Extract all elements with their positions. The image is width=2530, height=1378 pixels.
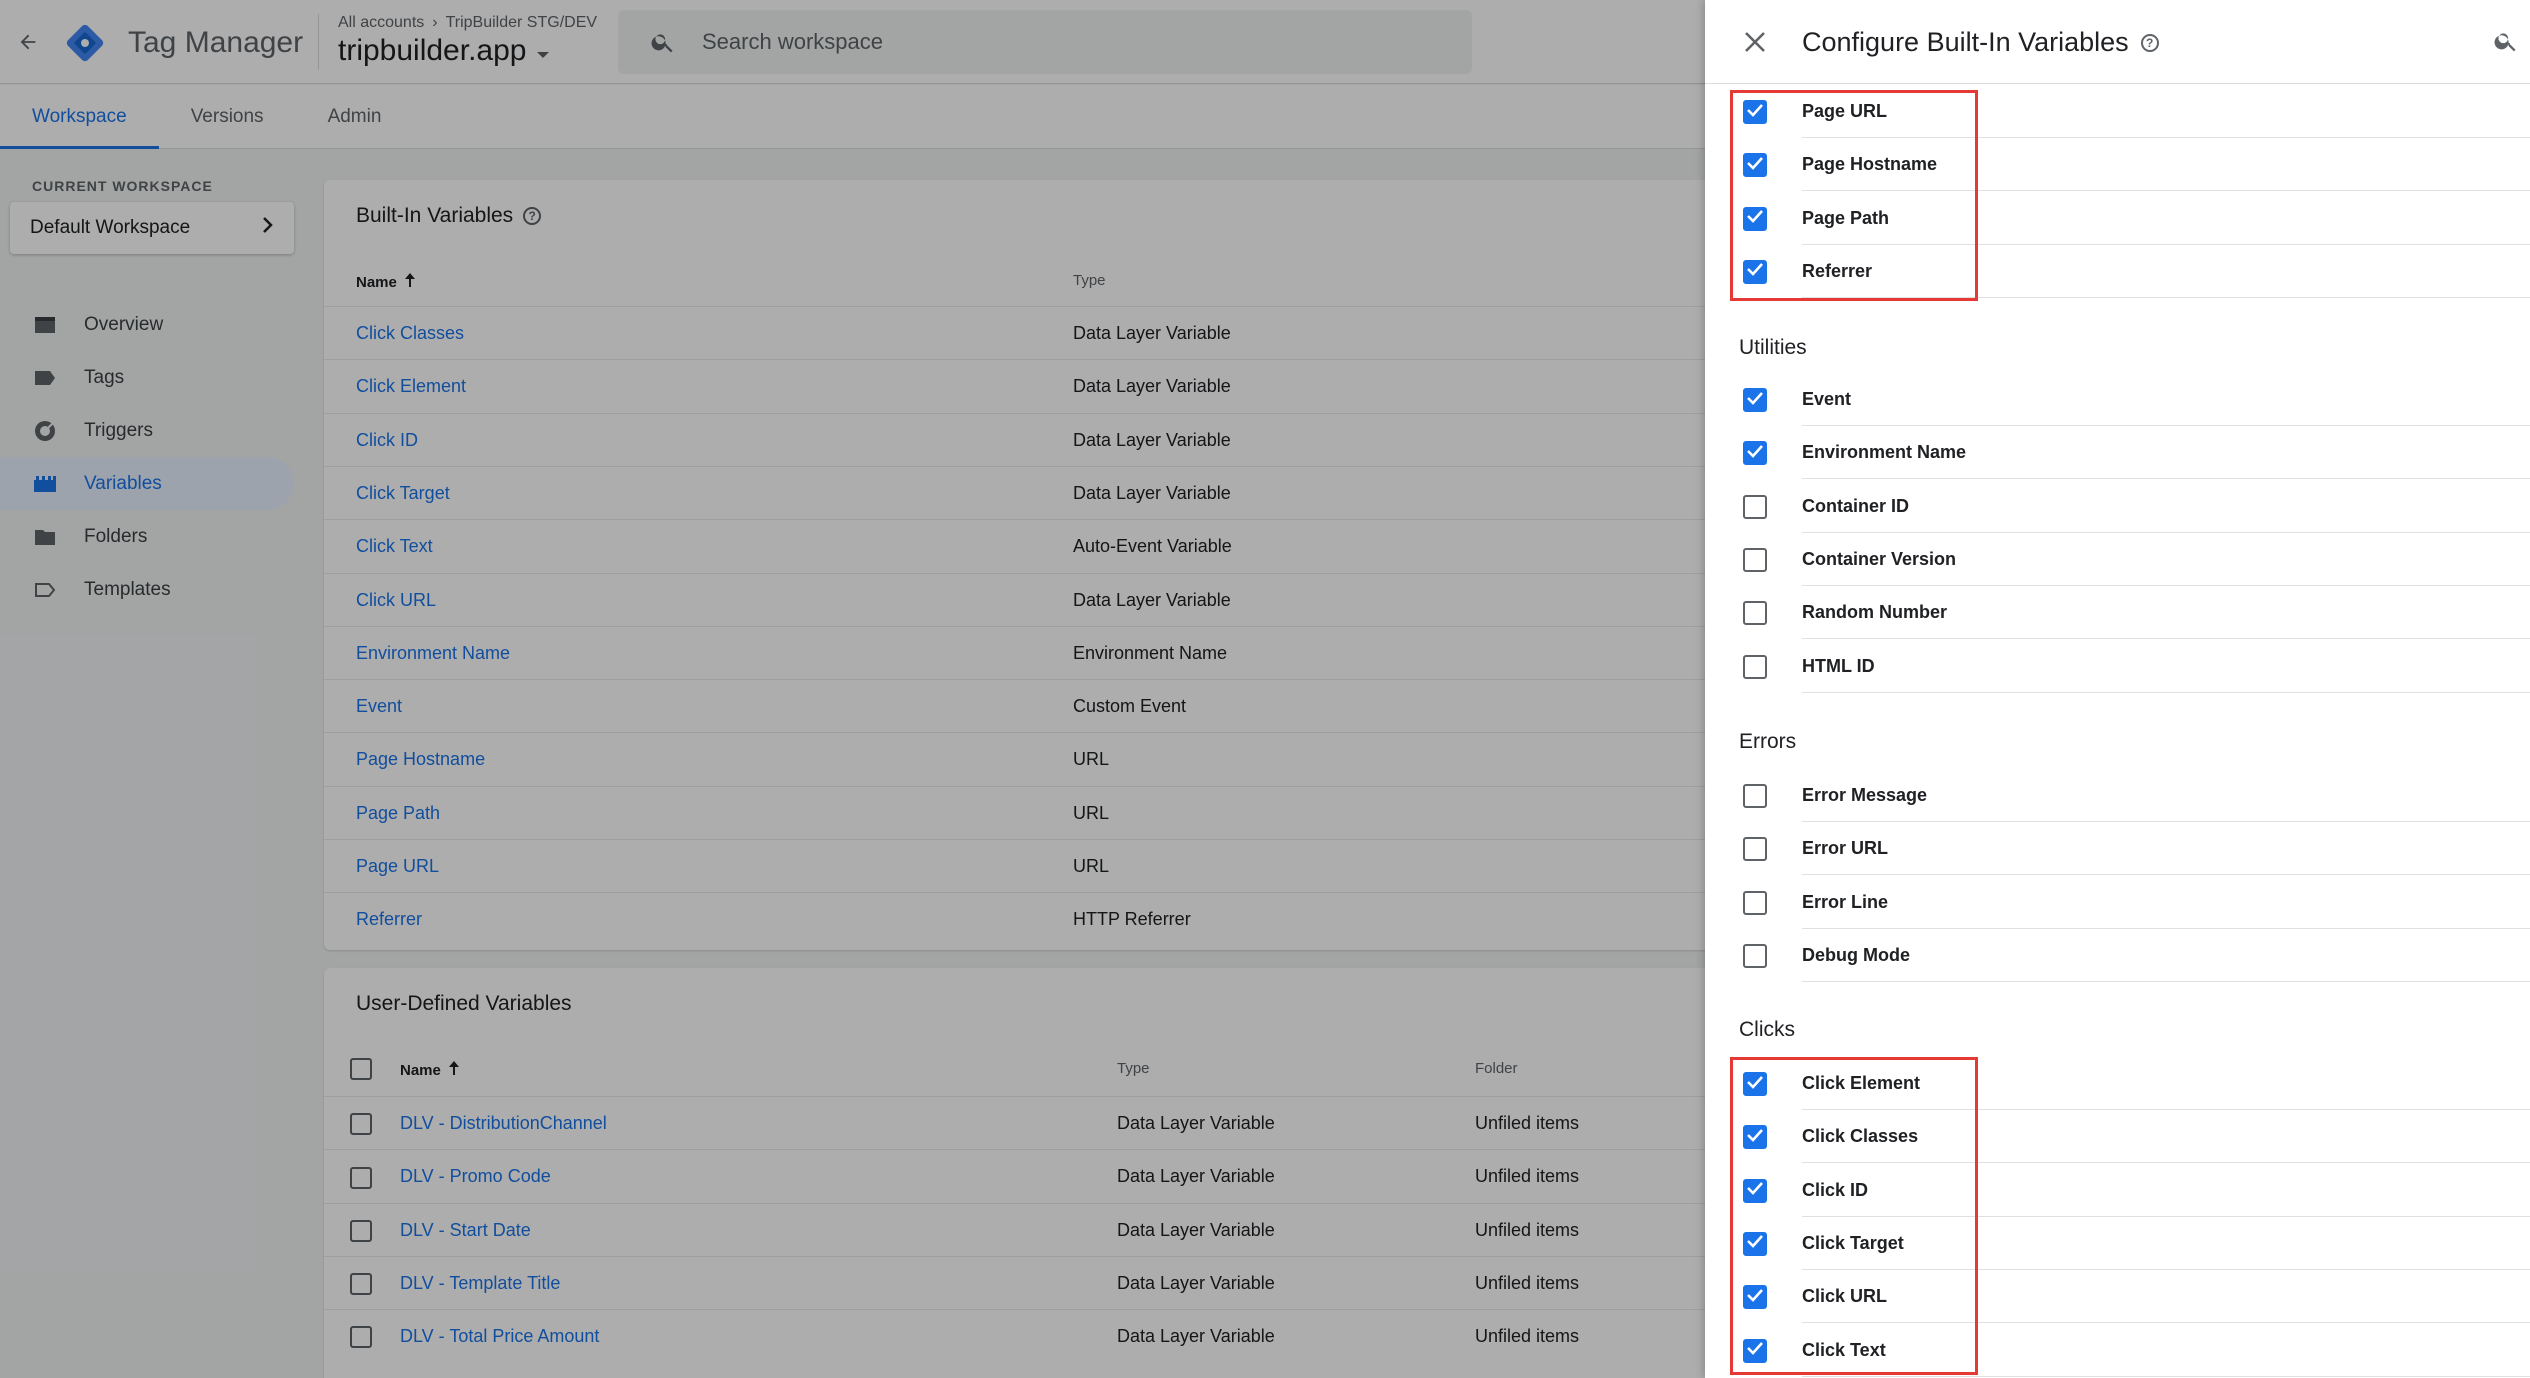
variable-option-label: Environment Name [1802,442,1967,463]
checkbox-unchecked[interactable] [1743,494,1767,519]
checkbox-checked[interactable] [1743,100,1767,124]
variable-option-label: Event [1802,389,1852,409]
checkbox-unchecked[interactable] [1743,784,1767,808]
variable-option-label: Page Path [1802,207,1890,228]
checkmark-icon [1746,1288,1764,1307]
variable-option-row[interactable]: Error URL [1705,822,2530,876]
configure-built-in-variables-panel: Configure Built-In Variables ? Utilities… [1705,0,2530,1378]
variable-option-row[interactable]: Click ID [1705,1164,2530,1217]
variable-option-label: Referrer [1802,260,1873,281]
checkbox-unchecked[interactable] [1743,601,1767,626]
checkbox-checked[interactable] [1743,259,1767,284]
variable-option-row[interactable]: Referrer [1705,245,2530,298]
checkbox-checked[interactable] [1743,1125,1767,1150]
checkbox-checked[interactable] [1743,1178,1767,1203]
variable-option-row[interactable]: HTML ID [1705,640,2530,693]
errors-section-title: Errors [1739,730,1797,753]
variable-option-row[interactable]: Page Path [1705,192,2530,245]
panel-title-text: Configure Built-In Variables [1802,27,2129,57]
checkbox-checked[interactable] [1743,1231,1767,1256]
row-divider [1802,980,2530,982]
variable-option-label: Page Hostname [1802,154,1938,175]
variable-option-row[interactable]: Page URL [1705,85,2530,138]
panel-header: Configure Built-In Variables ? [1705,0,2530,84]
variable-option-label: Error Message [1802,785,1928,805]
variable-option-row[interactable]: Event [1705,373,2530,426]
checkmark-icon [1746,1234,1764,1253]
variable-option-row[interactable]: Debug Mode [1705,929,2530,982]
variable-option-label: Click Text [1802,1339,1886,1360]
checkbox-unchecked[interactable] [1743,547,1767,572]
variable-option-label: Debug Mode [1802,944,1910,965]
variable-option-label: Container ID [1802,495,1910,516]
row-divider [1802,296,2530,298]
checkbox-unchecked[interactable] [1743,837,1767,862]
variable-option-row[interactable]: Click Element [1705,1057,2530,1110]
checkmark-icon [1746,262,1764,281]
variable-option-label: Click Classes [1802,1126,1919,1147]
checkmark-icon [1746,209,1764,228]
variable-option-row[interactable]: Container ID [1705,480,2530,533]
variable-option-label: Error URL [1802,838,1889,859]
checkbox-checked[interactable] [1743,153,1767,178]
variable-option-label: Error Line [1802,891,1889,912]
variable-option-label: Random Number [1802,602,1948,623]
row-divider [1802,1375,2530,1377]
variable-option-row[interactable]: Click Target [1705,1217,2530,1270]
checkbox-checked[interactable] [1743,388,1767,412]
variable-option-label: Click Element [1802,1073,1921,1093]
variable-option-row[interactable]: Click URL [1705,1270,2530,1324]
checkbox-checked[interactable] [1743,441,1767,466]
panel-title: Configure Built-In Variables ? [1802,27,2159,58]
search-icon[interactable] [2489,24,2523,58]
variable-option-label: Click Target [1802,1232,1904,1253]
variable-option-row[interactable]: Click Classes [1705,1110,2530,1164]
modal-scrim[interactable] [0,0,1705,1378]
checkmark-icon [1746,1341,1764,1360]
variable-option-label: HTML ID [1802,655,1875,676]
checkmark-icon [1746,103,1764,122]
variable-option-row[interactable]: Page Hostname [1705,138,2530,192]
checkmark-icon [1746,1128,1764,1147]
checkmark-icon [1746,391,1764,410]
checkmark-icon [1746,156,1764,175]
variable-option-label: Container Version [1802,548,1957,569]
checkmark-icon [1746,1075,1764,1094]
variable-option-label: Click ID [1802,1179,1869,1200]
checkbox-unchecked[interactable] [1743,890,1767,915]
variable-option-row[interactable]: Error Message [1705,769,2530,822]
row-divider [1802,691,2530,693]
variable-option-row[interactable]: Random Number [1705,586,2530,640]
close-icon[interactable] [1735,22,1775,62]
utilities-section-title: Utilities [1739,336,1807,359]
checkbox-unchecked[interactable] [1743,943,1767,968]
help-icon[interactable]: ? [2140,33,2159,52]
variable-option-row[interactable]: Click Text [1705,1324,2530,1377]
checkbox-unchecked[interactable] [1743,654,1767,679]
variable-option-row[interactable]: Environment Name [1705,426,2530,480]
checkmark-icon [1746,444,1764,463]
clicks-section-title: Clicks [1739,1018,1795,1041]
checkmark-icon [1746,1181,1764,1200]
variable-option-row[interactable]: Container Version [1705,533,2530,586]
checkbox-checked[interactable] [1743,206,1767,231]
variable-option-row[interactable]: Error Line [1705,876,2530,929]
variable-option-label: Page URL [1802,101,1888,121]
checkbox-checked[interactable] [1743,1285,1767,1310]
variable-option-label: Click URL [1802,1286,1888,1307]
checkbox-checked[interactable] [1743,1072,1767,1096]
checkbox-checked[interactable] [1743,1338,1767,1363]
